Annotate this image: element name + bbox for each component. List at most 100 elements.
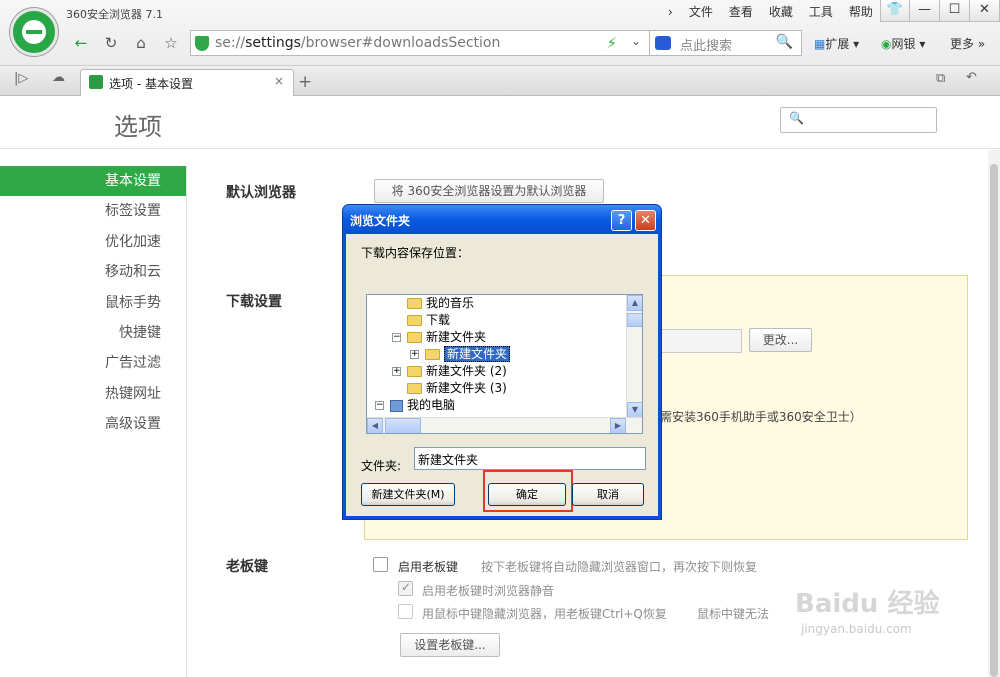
- tree-item-new-folder-3[interactable]: 新建文件夹 (3): [407, 380, 507, 397]
- scroll-up-icon[interactable]: ▲: [627, 295, 642, 311]
- tree-item-music[interactable]: 我的音乐: [407, 295, 474, 312]
- download-path-field[interactable]: [660, 329, 742, 353]
- scroll-thumb[interactable]: [627, 313, 642, 327]
- collapse-icon[interactable]: −: [392, 333, 401, 342]
- settings-search-input[interactable]: 🔍: [780, 107, 937, 133]
- change-download-path-button[interactable]: 更改...: [749, 328, 812, 352]
- computer-icon: [390, 399, 403, 412]
- more-button[interactable]: 更多 »: [950, 35, 985, 52]
- close-window-button[interactable]: ✕: [970, 0, 1000, 22]
- maximize-button[interactable]: ☐: [940, 0, 970, 22]
- set-boss-key-button[interactable]: 设置老板键...: [400, 633, 500, 657]
- minimize-button[interactable]: —: [910, 0, 940, 22]
- url-text[interactable]: se://settings/browser#downloadsSection: [215, 35, 500, 51]
- scroll-down-icon[interactable]: ▼: [627, 402, 642, 418]
- tree-item-new-folder-2[interactable]: + 新建文件夹 (2): [392, 363, 507, 380]
- tab-settings[interactable]: 选项 - 基本设置 ×: [80, 69, 294, 96]
- boss-key-hint: 按下老板键将自动隐藏浏览器窗口，再次按下则恢复: [481, 560, 758, 574]
- sidebar-item-basic[interactable]: 基本设置: [0, 166, 186, 197]
- search-box[interactable]: 点此搜索 🔍: [650, 30, 802, 56]
- menu-item-help[interactable]: 帮助: [841, 4, 881, 20]
- boss-key-mute-label[interactable]: 启用老板键时浏览器静音: [422, 582, 554, 599]
- baidu-watermark: Baidu 经验 jingyan.baidu.com: [795, 589, 940, 636]
- horizontal-scroll-thumb[interactable]: [385, 418, 421, 433]
- tree-item-my-computer[interactable]: − 我的电脑: [375, 397, 455, 414]
- menu-arrow-icon[interactable]: ›: [660, 4, 681, 20]
- settings-sidebar: 基本设置 标签设置 优化加速 移动和云 鼠标手势 快捷键 广告过滤 热键网址 高…: [0, 166, 187, 677]
- ok-button[interactable]: 确定: [488, 483, 566, 506]
- search-icon[interactable]: 🔍: [776, 34, 793, 50]
- expand-icon[interactable]: +: [392, 367, 401, 376]
- browser-logo-icon: [10, 8, 58, 56]
- download-settings-label: 下载设置: [226, 294, 282, 310]
- cloud-icon[interactable]: ☁: [52, 70, 65, 85]
- sidebar-item-advanced[interactable]: 高级设置: [0, 409, 186, 439]
- browser-toolbar: 360安全浏览器 7.1 › 文件 查看 收藏 工具 帮助 👕 — ☐ ✕ ← …: [0, 0, 1000, 66]
- search-engine-icon[interactable]: [655, 36, 671, 50]
- dialog-prompt: 下载内容保存位置：: [361, 246, 470, 260]
- restore-tabs-icon[interactable]: ⧉: [936, 71, 945, 86]
- dialog-help-button[interactable]: ?: [611, 210, 632, 231]
- tab-close-icon[interactable]: ×: [274, 74, 284, 88]
- skin-button[interactable]: 👕: [880, 0, 910, 22]
- tree-item-downloads[interactable]: 下载: [407, 312, 450, 329]
- new-tab-button[interactable]: +: [298, 72, 312, 92]
- middle-click-hide-checkbox[interactable]: [398, 604, 413, 619]
- folder-icon: [425, 349, 440, 360]
- download-note: 需安装360手机助手或360安全卫士）: [660, 410, 862, 424]
- folder-open-icon: [407, 332, 422, 343]
- back-icon[interactable]: ←: [68, 32, 94, 54]
- enable-boss-key-checkbox[interactable]: [373, 557, 388, 572]
- sidebar-item-shortcuts[interactable]: 快捷键: [0, 318, 186, 348]
- folder-name-field[interactable]: 新建文件夹: [414, 447, 646, 470]
- folder-tree[interactable]: 我的音乐 下载 − 新建文件夹 + 新建文件夹 + 新建文件夹 (2) 新建文件夹 (…: [366, 294, 643, 434]
- extensions-button[interactable]: ▦扩展 ▾: [814, 35, 859, 52]
- online-banking-button[interactable]: ◉网银 ▾: [881, 35, 925, 52]
- folder-icon: [407, 366, 422, 377]
- refresh-icon[interactable]: ↻: [98, 32, 124, 54]
- sidebar-item-hotkey-urls[interactable]: 热键网址: [0, 379, 186, 409]
- address-dropdown-icon[interactable]: ⌄: [631, 34, 641, 48]
- tab-strip: |▷ ☁ 选项 - 基本设置 × + ⧉ ↶: [0, 66, 1000, 96]
- settings-header: 选项 🔍: [0, 97, 1000, 149]
- sidebar-item-mobile-cloud[interactable]: 移动和云: [0, 257, 186, 287]
- page-scrollbar[interactable]: [988, 150, 1000, 677]
- window-controls: 👕 — ☐ ✕: [880, 0, 1000, 22]
- home-icon[interactable]: ⌂: [128, 32, 154, 54]
- folder-icon: [407, 298, 422, 309]
- address-bar[interactable]: se://settings/browser#downloadsSection ⚡…: [190, 30, 650, 56]
- scroll-right-icon[interactable]: ▶: [610, 418, 626, 433]
- dialog-close-button[interactable]: ✕: [635, 210, 656, 231]
- undo-close-icon[interactable]: ↶: [966, 70, 977, 85]
- sidebar-item-ad-filter[interactable]: 广告过滤: [0, 348, 186, 378]
- wrench-icon: [89, 75, 103, 89]
- boss-key-label: 老板键: [226, 559, 268, 575]
- menu-item-tools[interactable]: 工具: [801, 4, 841, 20]
- tree-item-new-folder-selected[interactable]: + 新建文件夹: [410, 346, 511, 363]
- favorite-star-icon[interactable]: ☆: [158, 32, 184, 54]
- middle-click-hide-label[interactable]: 用鼠标中键隐藏浏览器，用老板键Ctrl+Q恢复: [422, 605, 667, 622]
- collapse-icon[interactable]: −: [375, 401, 384, 410]
- scrollbar-thumb[interactable]: [990, 164, 998, 677]
- speed-mode-icon[interactable]: ⚡: [606, 34, 617, 52]
- boss-key-mute-checkbox[interactable]: [398, 580, 413, 596]
- folder-field-label: 文件夹:: [361, 459, 402, 473]
- expand-icon[interactable]: +: [410, 350, 419, 359]
- menu-item-favorites[interactable]: 收藏: [761, 4, 801, 20]
- sidebar-item-mouse-gestures[interactable]: 鼠标手势: [0, 288, 186, 318]
- set-default-browser-button[interactable]: 将 360安全浏览器设置为默认浏览器: [374, 179, 604, 203]
- sidebar-toggle-icon[interactable]: |▷: [14, 71, 28, 86]
- menu-item-view[interactable]: 查看: [721, 4, 761, 20]
- sidebar-item-optimize[interactable]: 优化加速: [0, 227, 186, 257]
- tree-vertical-scrollbar[interactable]: ▲ ▼: [626, 295, 642, 418]
- search-placeholder: 点此搜索: [680, 39, 733, 54]
- menu-item-file[interactable]: 文件: [681, 4, 721, 20]
- scroll-left-icon[interactable]: ◀: [367, 418, 383, 433]
- menu-bar: › 文件 查看 收藏 工具 帮助: [660, 4, 881, 20]
- sidebar-item-tabs[interactable]: 标签设置: [0, 196, 186, 226]
- tree-horizontal-scrollbar[interactable]: ◀ ▶: [367, 417, 642, 433]
- tree-item-new-folder[interactable]: − 新建文件夹: [392, 329, 486, 346]
- enable-boss-key-label[interactable]: 启用老板键: [398, 558, 458, 575]
- cancel-button[interactable]: 取消: [572, 483, 644, 506]
- new-folder-button[interactable]: 新建文件夹(M): [361, 483, 455, 506]
